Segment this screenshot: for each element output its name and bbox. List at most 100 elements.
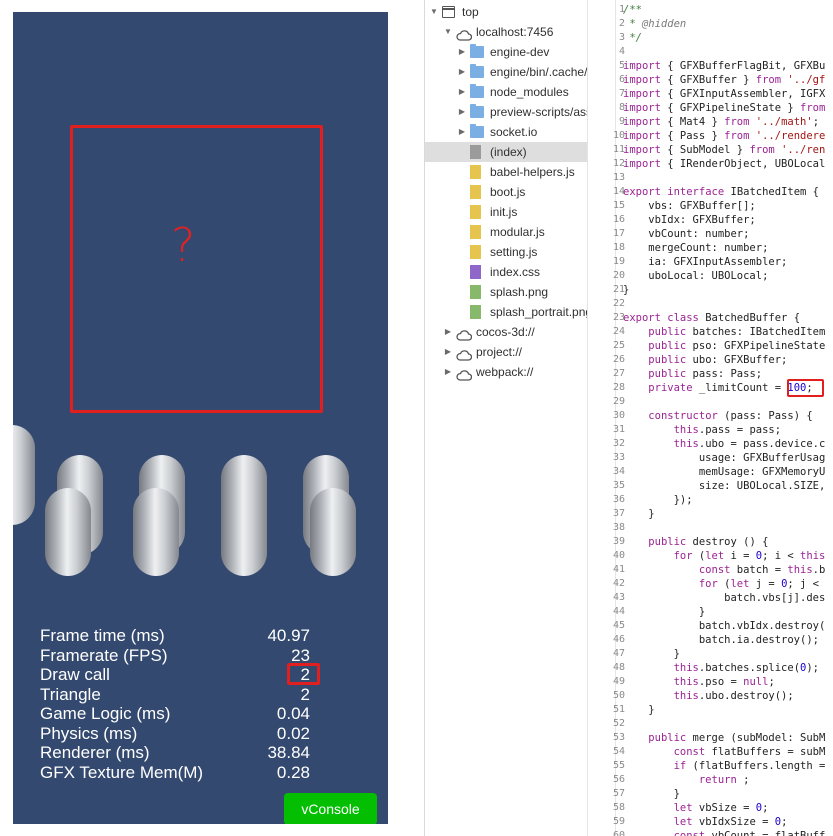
file-tree-item[interactable]: ▼ localhost:7456	[425, 22, 587, 42]
file-tree-item[interactable]: babel-helpers.js	[425, 162, 587, 182]
file-tree-item[interactable]: ▶ webpack://	[425, 362, 587, 382]
code-line: import { Mat4 } from '../math';	[623, 116, 820, 128]
file-tree-item[interactable]: (index)	[425, 142, 587, 162]
folder-icon	[470, 104, 484, 118]
stat-label: Draw call	[40, 665, 110, 684]
collapse-arrow-right-icon[interactable]: ▶	[443, 362, 453, 382]
stat-label: Physics (ms)	[40, 723, 138, 743]
stat-label: Frame time (ms)	[40, 626, 165, 645]
stat-value: 0.04	[276, 704, 310, 723]
code-line: }	[623, 284, 630, 296]
code-line: import { GFXInputAssembler, IGFX	[623, 88, 826, 100]
image-file-icon	[470, 305, 481, 319]
js-file-icon	[470, 205, 481, 219]
code-line: import { Pass } from '../rendere	[623, 130, 826, 142]
file-tree-item[interactable]: ▶ cocos-3d://	[425, 322, 587, 342]
expand-arrow-down-icon[interactable]: ▼	[429, 2, 439, 22]
stat-value: 2	[300, 684, 310, 704]
file-tree-item[interactable]: ▶ engine/bin/.cache/	[425, 62, 587, 82]
draw-call-highlight	[287, 663, 320, 685]
line-number: 4	[618, 46, 625, 57]
file-tree-item-label: splash.png	[490, 285, 549, 299]
file-tree-item-label: node_modules	[490, 85, 569, 99]
file-tree-item-label: engine/bin/.cache/	[490, 65, 587, 79]
line-number: 52	[612, 718, 625, 729]
code-line: this.pass = pass;	[673, 424, 782, 436]
profiler-stats: Frame time (ms) 40.97 Framerate (FPS) 2 3…	[40, 626, 340, 782]
code-line: public merge (subModel: SubM	[648, 732, 826, 744]
file-tree-item[interactable]: boot.js	[425, 182, 587, 202]
file-tree-item[interactable]: ▶ preview-scripts/ass	[425, 102, 587, 122]
code-line: import { GFXBufferFlagBit, GFXBu	[623, 60, 826, 72]
line-number: 22	[612, 298, 625, 309]
code-line: public pso: GFXPipelineState	[648, 340, 826, 352]
line-number: 29	[612, 396, 625, 407]
line-number-gutter: 1 2 3 4 5 6 7 8 9 10 11 12 13 14 15 16 17 18 19 20 21 22 23 24 2…	[588, 0, 625, 836]
stat-value: 0.02	[276, 723, 310, 743]
code-line: }	[623, 508, 655, 520]
stat-row-renderer: Renderer (ms) 38.84	[40, 743, 340, 763]
stat-label: GFX Texture Mem(M)	[40, 762, 204, 782]
js-file-icon	[470, 225, 481, 239]
file-tree-item-label: setting.js	[490, 245, 538, 259]
code-line: import { SubModel } from '../ren	[623, 144, 826, 156]
collapse-arrow-right-icon[interactable]: ▶	[457, 62, 467, 82]
code-line: /**	[623, 4, 642, 16]
capsule-model	[310, 488, 356, 576]
file-tree-item-label: init.js	[490, 205, 518, 219]
stat-label: Game Logic (ms)	[40, 704, 171, 723]
capsule-model	[221, 488, 267, 576]
file-tree-item-label: boot.js	[490, 185, 526, 199]
vconsole-button[interactable]: vConsole	[284, 793, 377, 824]
file-tree-item[interactable]: index.css	[425, 262, 587, 282]
file-tree-item-label: socket.io	[490, 125, 538, 139]
collapse-arrow-right-icon[interactable]: ▶	[443, 322, 453, 342]
expand-arrow-down-icon[interactable]: ▼	[443, 22, 453, 42]
collapse-arrow-right-icon[interactable]: ▶	[457, 102, 467, 122]
code-line: let vbSize = 0;	[673, 802, 769, 814]
file-tree-item-label: project://	[476, 345, 523, 359]
code-line: this.ubo.destroy();	[673, 690, 794, 702]
collapse-arrow-right-icon[interactable]: ▶	[457, 122, 467, 142]
stat-label: Triangle	[40, 684, 101, 704]
missing-sprite-question-mark: ?	[171, 218, 196, 272]
file-tree-item-label: top	[462, 5, 479, 19]
code-line: batch.vbs[j].des	[623, 592, 826, 604]
file-tree-item-label: splash_portrait.png	[490, 305, 587, 319]
code-line: batch.ia.destroy();	[623, 634, 819, 646]
file-tree-item[interactable]: splash_portrait.png	[425, 302, 587, 322]
css-file-icon	[470, 265, 481, 279]
code-line: export class BatchedBuffer {	[623, 312, 801, 324]
file-tree-item-label: modular.js	[490, 225, 545, 239]
file-tree-item[interactable]: init.js	[425, 202, 587, 222]
code-line: const batch = this.b	[698, 564, 826, 576]
stat-value: 0.28	[276, 762, 310, 782]
code-editor[interactable]: 1 2 3 4 5 6 7 8 9 10 11 12 13 14 15 16 17 18 19 20 21 22 23 24 2…	[587, 0, 833, 836]
code-line: batch.vbIdx.destroy(	[623, 620, 826, 632]
code-line: public pass: Pass;	[648, 368, 763, 380]
code-line: for (let i = 0; i < this	[673, 550, 826, 562]
collapse-arrow-right-icon[interactable]: ▶	[457, 42, 467, 62]
file-tree-item-label: localhost:7456	[476, 25, 554, 39]
stat-row-game-logic: Game Logic (ms) 0.04	[40, 704, 340, 724]
file-tree-item[interactable]: ▶ engine-dev	[425, 42, 587, 62]
collapse-arrow-right-icon[interactable]: ▶	[457, 82, 467, 102]
collapse-arrow-right-icon[interactable]: ▶	[443, 342, 453, 362]
file-tree-item[interactable]: ▶ project://	[425, 342, 587, 362]
file-tree-item[interactable]: setting.js	[425, 242, 587, 262]
folder-icon	[470, 124, 484, 138]
stat-row-gfx-texture-mem: GFX Texture Mem(M) 0.28	[40, 763, 340, 783]
file-tree-item[interactable]: ▶ socket.io	[425, 122, 587, 142]
stat-value: 38.84	[267, 743, 310, 762]
file-tree-item[interactable]: ▶ node_modules	[425, 82, 587, 102]
file-tree-item[interactable]: ▼ top	[425, 2, 587, 22]
code-line: vbIdx: GFXBuffer;	[623, 214, 756, 226]
code-line: }	[623, 788, 680, 800]
cloud-icon	[456, 327, 473, 341]
code-line: let vbIdxSize = 0;	[673, 816, 788, 828]
code-line: const vbCount = flatBuff	[673, 830, 826, 836]
file-tree-item[interactable]: splash.png	[425, 282, 587, 302]
game-preview-canvas[interactable]: ? Frame time (ms) 40.97 Framerate (FPS) …	[13, 12, 388, 824]
code-line: }	[623, 648, 680, 660]
file-tree-item[interactable]: modular.js	[425, 222, 587, 242]
